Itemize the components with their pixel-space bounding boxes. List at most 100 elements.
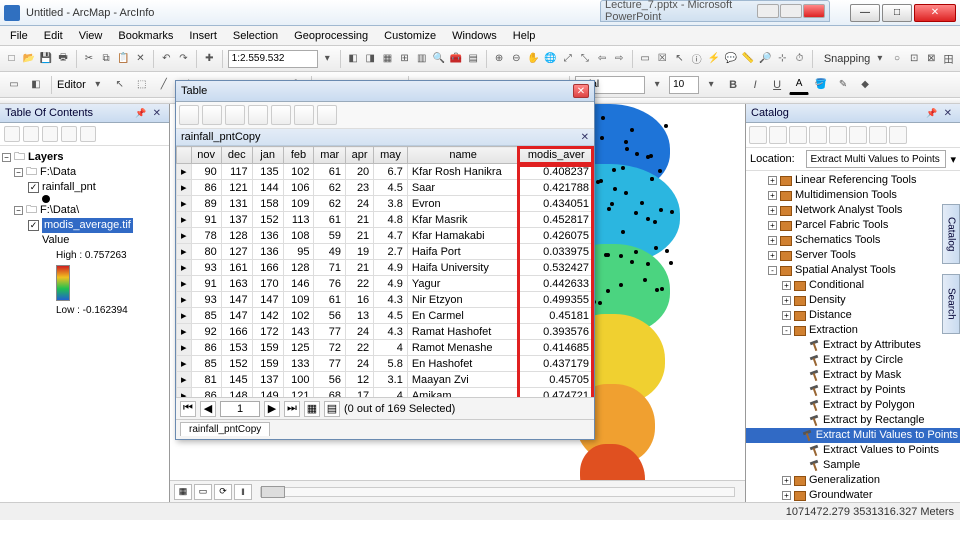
pin-icon[interactable]: 📌 [923,108,940,119]
menu-view[interactable]: View [71,28,111,44]
row-header[interactable]: ▸ [177,324,192,340]
table-row[interactable]: ▸8615315912572224Ramot Menashe0.414685 [177,340,594,356]
cell[interactable]: 78 [191,228,221,244]
cell[interactable]: 125 [283,340,314,356]
ed2-icon[interactable]: ◧ [26,75,46,95]
cell[interactable]: 61 [314,212,346,228]
find-icon[interactable]: 🔎 [758,49,773,69]
catalog-item[interactable]: Extract by Polygon [746,398,960,413]
location-input[interactable] [806,150,946,168]
cut-icon[interactable]: ✂ [81,49,96,69]
editor-label[interactable]: Editor [57,79,86,91]
cell[interactable]: Kfar Masrik [407,212,519,228]
select-elements-icon[interactable]: ↖ [672,49,687,69]
expand-icon[interactable]: + [768,221,777,230]
table-row[interactable]: ▸9216617214377244.3Ramat Hashofet0.39357… [177,324,594,340]
cell[interactable]: 117 [221,164,252,180]
table-row[interactable]: ▸9011713510261206.7Kfar Rosh Hanikra0.40… [177,164,594,180]
cell[interactable]: 85 [191,356,221,372]
toc-layer-rainfall[interactable]: rainfall_pnt [42,180,96,195]
row-header[interactable]: ▸ [177,212,192,228]
toc-list-by-source-icon[interactable] [23,126,39,142]
expand-icon[interactable]: + [768,206,777,215]
cell[interactable]: 91 [191,276,221,292]
ep1-icon[interactable]: ⬚ [132,75,152,95]
cell[interactable]: 22 [346,340,374,356]
cell[interactable]: 68 [314,388,346,398]
scale-dropdown-icon[interactable]: ▾ [320,49,335,69]
catalog-item[interactable]: Sample [746,458,960,473]
cell[interactable]: 89 [191,196,221,212]
catalog-icon[interactable]: ▥ [414,49,429,69]
cell[interactable]: 0.45181 [519,308,593,324]
table-row[interactable]: ▸7812813610859214.7Kfar Hamakabi0.426075 [177,228,594,244]
cat-refresh-icon[interactable] [829,126,847,144]
clear-selection-icon[interactable]: ☒ [655,49,670,69]
cell[interactable]: 106 [283,180,314,196]
cell[interactable]: 56 [314,372,346,388]
catalog-item[interactable]: Extract by Attributes [746,338,960,353]
cell[interactable]: 137 [252,372,283,388]
cell[interactable]: 49 [314,244,346,260]
nav-last-icon[interactable]: ⏭ [284,401,300,417]
catalog-item[interactable]: +Density [746,293,960,308]
scale-input[interactable] [228,50,318,68]
catalog-item[interactable]: +Network Analyst Tools [746,203,960,218]
cell[interactable]: 170 [252,276,283,292]
table-select-by-attr-icon[interactable] [225,105,245,125]
print-icon[interactable]: 🖶 [55,49,70,69]
cell[interactable]: 0.421788 [519,180,593,196]
catalog-item[interactable]: Extract by Points [746,383,960,398]
table-switch-sel-icon[interactable] [248,105,268,125]
html-popup-icon[interactable]: 💬 [723,49,738,69]
cell[interactable]: 5.8 [374,356,408,372]
col-header[interactable]: dec [221,147,252,164]
cell[interactable]: 4.5 [374,308,408,324]
cell[interactable]: 4.8 [374,212,408,228]
catalog-item[interactable]: Extract by Rectangle [746,413,960,428]
python-icon[interactable]: ▤ [466,49,481,69]
cell[interactable]: 92 [191,324,221,340]
cell[interactable]: Evron [407,196,519,212]
expand-icon[interactable]: + [782,476,791,485]
cell[interactable]: 23 [346,180,374,196]
cell[interactable]: Nir Etzyon [407,292,519,308]
editor-dropdown-icon[interactable]: ▾ [88,75,108,95]
collapse-icon[interactable]: − [14,206,23,215]
fill-color-icon[interactable]: 🪣 [811,75,831,95]
cell[interactable]: 133 [283,356,314,372]
catalog-item[interactable]: Extract Values to Points [746,443,960,458]
table-row[interactable]: ▸9116317014676224.9Yagur0.442633 [177,276,594,292]
cat-up-icon[interactable] [749,126,767,144]
cell[interactable]: 4 [374,340,408,356]
nav-next-icon[interactable]: ▶ [264,401,280,417]
table-row[interactable]: ▸8515215913377245.8En Hashofet0.437179 [177,356,594,372]
cell[interactable]: 136 [252,244,283,260]
table-row[interactable]: ▸9113715211361214.8Kfar Masrik0.452817 [177,212,594,228]
edit-tool-icon[interactable]: ↖ [110,75,130,95]
cell[interactable]: 0.442633 [519,276,593,292]
row-header[interactable]: ▸ [177,388,192,398]
cell[interactable]: 152 [221,356,252,372]
font-dropdown-icon[interactable]: ▾ [647,75,667,95]
cell[interactable]: 61 [314,164,346,180]
cell[interactable]: Maayan Zvi [407,372,519,388]
cell[interactable]: 159 [252,356,283,372]
cell[interactable]: 6.7 [374,164,408,180]
layers-root[interactable]: Layers [28,150,63,165]
catalog-item[interactable]: +Conditional [746,278,960,293]
pause-icon[interactable]: ‖ [234,484,252,500]
table-row[interactable]: ▸801271369549192.7Haifa Port0.033975 [177,244,594,260]
cell[interactable]: 24 [346,356,374,372]
table-close-icon[interactable]: ✕ [573,84,589,98]
cell[interactable]: 80 [191,244,221,260]
cat-toggle-icon[interactable] [849,126,867,144]
measure-icon[interactable]: 📏 [740,49,755,69]
expand-icon[interactable]: + [782,491,791,500]
table-tab[interactable]: rainfall_pntCopy [180,422,270,436]
catalog-item[interactable]: -Extraction [746,323,960,338]
cell[interactable]: 137 [221,212,252,228]
hyperlink-icon[interactable]: ⚡ [706,49,721,69]
pan-icon[interactable]: ✋ [526,49,541,69]
table-row[interactable]: ▸9314714710961164.3Nir Etzyon0.499355 [177,292,594,308]
